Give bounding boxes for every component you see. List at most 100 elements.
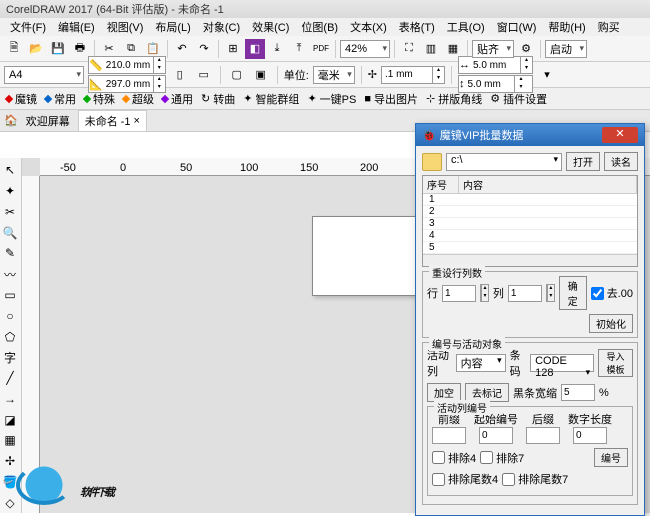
spinner[interactable]: ▴▾ xyxy=(520,57,532,73)
table-row[interactable]: 1 xyxy=(423,194,637,206)
undo-icon[interactable]: ↶ xyxy=(172,39,192,59)
spinner[interactable]: ▴▾ xyxy=(432,67,444,83)
trim00-checkbox[interactable]: 去.00 xyxy=(591,285,633,301)
page-width-input[interactable] xyxy=(103,57,153,73)
init-button[interactable]: 初始化 xyxy=(589,314,633,333)
save-icon[interactable]: 💾 xyxy=(48,39,68,59)
tab-welcome[interactable]: 欢迎屏幕 xyxy=(20,111,76,131)
extail7-checkbox[interactable]: 排除尾数7 xyxy=(502,471,568,487)
digits-input[interactable] xyxy=(573,427,607,444)
currentpage-icon[interactable]: ▣ xyxy=(251,65,271,85)
menu-edit[interactable]: 编辑(E) xyxy=(52,18,101,36)
number-button[interactable]: 编号 xyxy=(594,448,628,467)
home-icon[interactable]: 🏠 xyxy=(4,114,18,127)
export-icon[interactable]: ⤒ xyxy=(289,39,309,59)
table-row[interactable]: 3 xyxy=(423,218,637,230)
plugin-general[interactable]: 通用 xyxy=(162,91,193,107)
menu-text[interactable]: 文本(X) xyxy=(344,18,393,36)
menu-view[interactable]: 视图(V) xyxy=(101,18,150,36)
menu-window[interactable]: 窗口(W) xyxy=(491,18,543,36)
nudge-input[interactable] xyxy=(382,67,432,83)
menu-help[interactable]: 帮助(H) xyxy=(542,18,591,36)
col-input[interactable] xyxy=(508,285,542,302)
dialog-titlebar[interactable]: 🐞 魔镜VIP批量数据 ✕ xyxy=(416,124,644,146)
pdf-icon[interactable]: PDF xyxy=(311,39,331,59)
close-icon[interactable]: × xyxy=(134,115,140,127)
menu-layout[interactable]: 布局(L) xyxy=(149,18,196,36)
tab-document[interactable]: 未命名 -1× xyxy=(78,110,147,131)
zoom-tool[interactable]: 🔍 xyxy=(0,222,20,243)
table-body[interactable]: 1 2 3 4 5 6 7 xyxy=(423,194,637,254)
row-input[interactable] xyxy=(442,285,476,302)
menu-effects[interactable]: 效果(C) xyxy=(246,18,295,36)
plugin-smart[interactable]: ✦智能群组 xyxy=(243,91,299,107)
plugin-join[interactable]: ⊹拼版角线 xyxy=(426,91,482,107)
rectangle-tool[interactable]: ▭ xyxy=(0,285,20,306)
plugin-settings[interactable]: ⚙插件设置 xyxy=(490,91,547,107)
open-icon[interactable]: 📂 xyxy=(26,39,46,59)
pick-tool[interactable]: ↖ xyxy=(0,160,20,181)
portrait-icon[interactable]: ▯ xyxy=(170,65,190,85)
plugin-special[interactable]: 特殊 xyxy=(84,91,115,107)
nudge-field[interactable]: ▴▾ xyxy=(381,66,445,84)
more-icon[interactable]: ▾ xyxy=(537,65,557,85)
rulers-icon[interactable]: ▥ xyxy=(421,39,441,59)
bw-input[interactable] xyxy=(561,384,595,401)
barcode-dropdown[interactable]: CODE 128 xyxy=(530,354,594,372)
menu-buy[interactable]: 购买 xyxy=(592,18,626,36)
search-icon[interactable]: ⊞ xyxy=(223,39,243,59)
spinner[interactable]: ▴▾ xyxy=(546,284,555,302)
startnum-input[interactable] xyxy=(479,427,513,444)
paper-dropdown[interactable]: A4 xyxy=(4,66,84,84)
menu-bitmaps[interactable]: 位图(B) xyxy=(295,18,344,36)
dropshadow-tool[interactable]: ◪ xyxy=(0,409,20,430)
zoom-dropdown[interactable]: 42% xyxy=(340,40,390,58)
menu-table[interactable]: 表格(T) xyxy=(393,18,441,36)
new-icon[interactable]: 🗎 xyxy=(4,39,24,59)
path-dropdown[interactable]: c:\ xyxy=(446,153,562,171)
page[interactable] xyxy=(312,216,432,296)
plugin-ps[interactable]: ✦一键PS xyxy=(307,91,356,107)
allpages-icon[interactable]: ▢ xyxy=(227,65,247,85)
redo-icon[interactable]: ↷ xyxy=(194,39,214,59)
landscape-icon[interactable]: ▭ xyxy=(194,65,214,85)
marketplace-icon[interactable]: ◧ xyxy=(245,39,265,59)
plugin-common[interactable]: 常用 xyxy=(45,91,76,107)
folder-icon[interactable] xyxy=(422,153,442,171)
spinner[interactable]: ▴▾ xyxy=(480,284,489,302)
content-dropdown[interactable]: 内容 xyxy=(456,354,506,372)
plugin-export[interactable]: ■导出图片 xyxy=(364,91,418,107)
table-row[interactable]: 5 xyxy=(423,242,637,254)
import-template-button[interactable]: 导入模板 xyxy=(598,349,633,377)
ellipse-tool[interactable]: ○ xyxy=(0,305,20,326)
page-width-field[interactable]: 📏▴▾ xyxy=(88,56,166,74)
dup-x-field[interactable]: ↔▴▾ xyxy=(458,56,533,74)
menu-tools[interactable]: 工具(O) xyxy=(441,18,491,36)
menu-object[interactable]: 对象(C) xyxy=(197,18,246,36)
shape-tool[interactable]: ✦ xyxy=(0,181,20,202)
ex7-checkbox[interactable]: 排除7 xyxy=(480,450,524,466)
parallel-tool[interactable]: ╱ xyxy=(0,368,20,389)
crop-tool[interactable]: ✂ xyxy=(0,202,20,223)
confirm-button[interactable]: 确定 xyxy=(559,276,587,310)
spinner[interactable]: ▴▾ xyxy=(153,57,165,73)
table-row[interactable]: 4 xyxy=(423,230,637,242)
plugin-turn[interactable]: ↻转曲 xyxy=(201,91,235,107)
transparency-tool[interactable]: ▦ xyxy=(0,430,20,451)
text-tool[interactable]: 字 xyxy=(0,347,20,368)
read-button[interactable]: 读名 xyxy=(604,152,638,171)
menu-file[interactable]: 文件(F) xyxy=(4,18,52,36)
import-icon[interactable]: ⤓ xyxy=(267,39,287,59)
ex4-checkbox[interactable]: 排除4 xyxy=(432,450,476,466)
print-icon[interactable]: 🖶 xyxy=(70,39,90,59)
close-button[interactable]: ✕ xyxy=(602,127,638,143)
freehand-tool[interactable]: ✎ xyxy=(0,243,20,264)
connector-tool[interactable]: → xyxy=(0,388,20,409)
polygon-tool[interactable]: ⬠ xyxy=(0,326,20,347)
prefix-input[interactable] xyxy=(432,427,466,444)
table-row[interactable]: 2 xyxy=(423,206,637,218)
fullscreen-icon[interactable]: ⛶ xyxy=(399,39,419,59)
unit-dropdown[interactable]: 毫米 xyxy=(313,66,355,84)
open-button[interactable]: 打开 xyxy=(566,152,600,171)
dup-x-input[interactable] xyxy=(470,57,520,73)
